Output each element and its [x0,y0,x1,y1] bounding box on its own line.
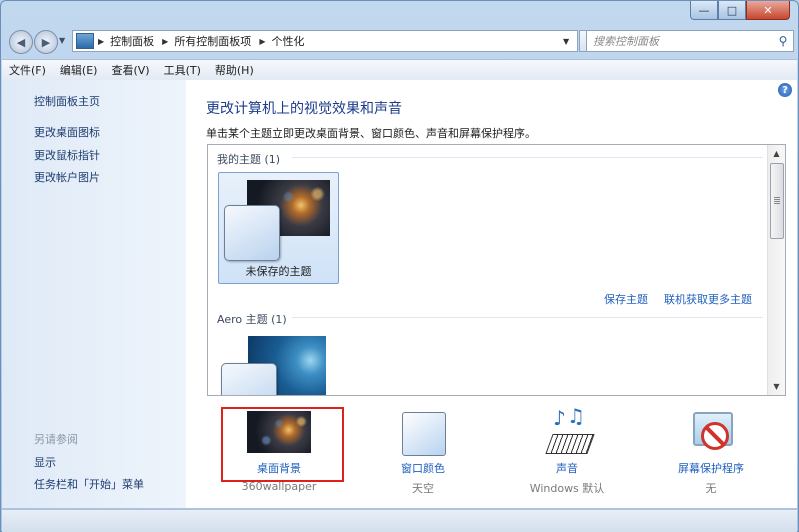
scrollbar-thumb[interactable] [770,163,784,239]
page-title: 更改计算机上的视觉效果和声音 [206,101,402,117]
breadcrumb-separator-icon[interactable]: ▶ [162,37,168,46]
save-theme-link[interactable]: 保存主题 [604,291,648,307]
window-controls: — □ ✕ [690,1,790,21]
sidebar-item-taskbar-start-menu[interactable]: 任务栏和「开始」菜单 [34,476,144,492]
sidebar-item-display[interactable]: 显示 [34,454,56,470]
search-icon[interactable]: ⚲ [773,34,793,48]
recent-pages-dropdown[interactable]: ▼ [59,36,65,45]
menu-edit[interactable]: 编辑(E) [53,62,105,78]
close-button[interactable]: ✕ [746,1,790,20]
breadcrumb-separator-icon[interactable]: ▶ [259,37,265,46]
menu-view[interactable]: 查看(V) [104,62,156,78]
help-icon[interactable]: ? [778,83,792,97]
window-color-label[interactable]: 窗口颜色 [363,460,483,476]
maximize-button[interactable]: □ [718,1,746,20]
control-panel-icon [76,33,94,49]
desktop-background-value: 360wallpaper [241,480,317,493]
sidebar-item-change-mouse-pointers[interactable]: 更改鼠标指针 [34,147,100,163]
my-themes-header: 我的主题 (1) [217,153,281,166]
breadcrumb-all-items[interactable]: 所有控制面板项 [174,33,251,49]
theme-window-color-thumbnail [221,363,277,395]
window-color-icon [402,412,446,456]
navigation-bar: ◀ ▶ ▼ ▶ 控制面板 ▶ 所有控制面板项 ▶ 个性化 ▼ ↻ 搜索控制面板 … [9,28,794,54]
search-box[interactable]: 搜索控制面板 ⚲ [586,30,794,52]
scroll-down-arrow-icon[interactable]: ▼ [768,378,785,395]
screensaver-label[interactable]: 屏幕保护程序 [651,460,771,476]
sounds-value: Windows 默认 [529,482,605,495]
sounds-icon: ♪ ♫ [543,404,595,456]
sidebar-item-control-panel-home[interactable]: 控制面板主页 [34,93,100,109]
address-dropdown-icon[interactable]: ▼ [563,37,577,46]
breadcrumb: ▶ 控制面板 ▶ 所有控制面板项 ▶ 个性化 [98,33,312,49]
personalization-window: — □ ✕ ◀ ▶ ▼ ▶ 控制面板 ▶ 所有控制面板项 ▶ 个性化 ▼ ↻ 搜… [0,0,799,532]
forward-button[interactable]: ▶ [34,30,58,54]
sounds-label[interactable]: 声音 [507,460,627,476]
status-bar [2,509,797,532]
aero-themes-header: Aero 主题 (1) [217,313,287,326]
window-color-value: 天空 [412,482,434,495]
content-area: 控制面板主页 更改桌面图标 更改鼠标指针 更改帐户图片 另请参阅 显示 任务栏和… [2,80,797,508]
menu-bar: 文件(F) 编辑(E) 查看(V) 工具(T) 帮助(H) [2,59,797,81]
back-button[interactable]: ◀ [9,30,33,54]
page-description: 单击某个主题立即更改桌面背景、窗口颜色、声音和屏幕保护程序。 [206,127,536,140]
screensaver-value: 无 [705,482,717,495]
scroll-up-arrow-icon[interactable]: ▲ [768,145,785,162]
address-bar[interactable]: ▶ 控制面板 ▶ 所有控制面板项 ▶ 个性化 ▼ [72,30,578,52]
divider [292,157,763,158]
search-input[interactable]: 搜索控制面板 [593,33,773,49]
see-also-heading: 另请参阅 [34,433,78,446]
desktop-background-label[interactable]: 桌面背景 [219,460,339,476]
theme-window-color-thumbnail [224,205,280,261]
theme-unsaved[interactable]: 未保存的主题 [218,172,339,284]
breadcrumb-personalization[interactable]: 个性化 [271,33,304,49]
sidebar-item-change-account-picture[interactable]: 更改帐户图片 [34,169,100,185]
divider [292,317,763,318]
sidebar: 控制面板主页 更改桌面图标 更改鼠标指针 更改帐户图片 另请参阅 显示 任务栏和… [2,80,186,508]
minimize-button[interactable]: — [690,1,718,20]
menu-help[interactable]: 帮助(H) [208,62,261,78]
vertical-scrollbar[interactable]: ▲ ▼ [767,145,785,395]
menu-tools[interactable]: 工具(T) [157,62,208,78]
screensaver-icon [691,410,739,456]
desktop-background-icon [247,411,311,453]
breadcrumb-separator-icon[interactable]: ▶ [98,37,104,46]
main-panel: ? 更改计算机上的视觉效果和声音 单击某个主题立即更改桌面背景、窗口颜色、声音和… [187,80,797,508]
sidebar-item-change-desktop-icons[interactable]: 更改桌面图标 [34,124,100,140]
forward-arrow-icon: ▶ [41,35,51,49]
breadcrumb-control-panel[interactable]: 控制面板 [110,33,154,49]
theme-name: 未保存的主题 [245,265,312,278]
back-arrow-icon: ◀ [16,35,26,49]
menu-file[interactable]: 文件(F) [2,62,53,78]
get-more-themes-link[interactable]: 联机获取更多主题 [664,291,752,307]
theme-list: 我的主题 (1) 未保存的主题 保存主题 联机获取更多主题 Aero 主题 (1… [207,144,786,396]
